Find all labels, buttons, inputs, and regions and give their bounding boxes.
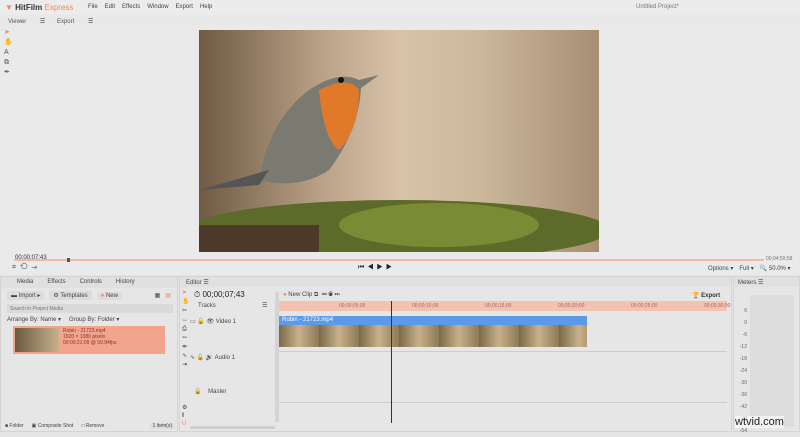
new-button[interactable]: ● New <box>97 292 122 300</box>
select-tool-icon[interactable]: ➤ <box>4 28 13 38</box>
editor-time: ⏱ 00;00;07;43 <box>194 290 245 300</box>
playback-controls: ⏮◀▶▶ <box>358 264 395 272</box>
track-header-audio: ∿ 🔓 🔊 Audio 1 <box>190 354 235 361</box>
step-back-icon[interactable]: ◀ <box>367 264 376 271</box>
insert-icon[interactable]: ⇥ <box>31 264 41 271</box>
arrange-dropdown[interactable]: Arrange By: Name ▾ <box>7 316 61 323</box>
tab-history[interactable]: History <box>116 279 135 286</box>
loop-icon[interactable]: ⟲ <box>20 264 32 271</box>
templates-button[interactable]: ⚙ Templates <box>49 291 91 300</box>
ruler-label: 00;00;05;00 <box>339 303 365 309</box>
track-header-master: 🔓 Master <box>194 388 226 395</box>
viewer-scrubber[interactable] <box>14 259 764 261</box>
remove-button[interactable]: □ Remove <box>81 423 104 429</box>
group-dropdown[interactable]: Group By: Folder ▾ <box>69 316 119 323</box>
ruler-label: 00;00;20;00 <box>558 303 584 309</box>
viewer-controls-left: ⌗⟲⇥ <box>12 264 41 272</box>
step-forward-icon[interactable]: ▶ <box>377 264 386 271</box>
tab-effects[interactable]: Effects <box>47 279 65 286</box>
meters-panel: Meters ☰ 60-6-12-18-24-30-36-42-48-54 <box>733 276 800 432</box>
tab-meters[interactable]: Meters <box>738 280 756 286</box>
media-item-duration: 00;00;21;09 @ 59.94fps <box>63 340 116 346</box>
menu-bar: File Edit Effects Window Export Help <box>88 4 212 10</box>
razor-tool-icon[interactable]: ✂ <box>182 307 189 316</box>
left-tabs: Media Effects Controls History <box>1 277 177 288</box>
menu-file[interactable]: File <box>88 4 98 10</box>
folder-button[interactable]: ■ Folder <box>5 423 24 429</box>
composite-button[interactable]: ▣ Composite Shot <box>32 423 74 429</box>
playhead[interactable] <box>391 301 392 423</box>
watermark: wtvid.com <box>735 416 784 428</box>
media-footer: ■ Folder ▣ Composite Shot □ Remove 1 ite… <box>5 423 175 429</box>
menu-effects[interactable]: Effects <box>122 4 140 10</box>
settings-icon[interactable]: ⚙ <box>182 404 187 412</box>
menu-export[interactable]: Export <box>176 4 193 10</box>
ripple-tool-icon[interactable]: ⇹ <box>182 343 189 352</box>
options-dropdown[interactable]: Options ▾ <box>708 265 733 272</box>
tab-media[interactable]: Media <box>17 279 33 286</box>
play-icon[interactable]: ▶ <box>386 264 395 271</box>
tracks-menu-icon[interactable]: ☰ <box>262 302 267 309</box>
ruler-label: 00;00;10;00 <box>412 303 438 309</box>
hand-tool-icon[interactable]: ✋ <box>4 38 13 48</box>
text-tool-icon[interactable]: A <box>4 48 13 58</box>
menu-help[interactable]: Help <box>200 4 212 10</box>
safe-area-icon[interactable]: ⌗ <box>12 264 20 271</box>
zoom-dropdown[interactable]: 🔍 50.0% ▾ <box>760 265 791 272</box>
video-clip[interactable]: Robin - 21723.mp4 <box>279 316 587 325</box>
title-bar: ▼ HitFilm Express File Edit Effects Wind… <box>0 0 800 15</box>
media-item[interactable]: Robin - 21723.mp4 1920 × 1080 pixels 00;… <box>13 326 165 354</box>
track-divider <box>279 351 727 352</box>
new-clip-button[interactable]: ● New Clip ⧉ ⏮ ◉ ⏭ <box>283 292 340 299</box>
item-count: 1 item(s) <box>150 423 175 429</box>
menu-window[interactable]: Window <box>147 4 168 10</box>
tab-editor[interactable]: Editor <box>186 280 202 286</box>
viewer-tools: ➤ ✋ A ⧉ ✒ <box>4 28 13 78</box>
slip-tool-icon[interactable]: ↔ <box>182 316 189 325</box>
editor-export-button[interactable]: 🏆 Export <box>692 292 720 299</box>
editor-bottom-tools: ⚙‖U <box>182 404 187 428</box>
roll-tool-icon[interactable]: ⇿ <box>182 334 189 343</box>
viewer-end-time: 00;04;59;58 <box>766 256 792 262</box>
link-icon[interactable]: ‖ <box>182 412 187 420</box>
project-title: Untitled Project* <box>636 4 679 10</box>
slide-tool-icon[interactable]: ∿ <box>182 352 189 361</box>
ruler-label: 00;00;30;00 <box>704 303 730 309</box>
menu-edit[interactable]: Edit <box>105 4 115 10</box>
track-divider <box>279 402 727 403</box>
import-button[interactable]: ▬ Import ▸ <box>7 291 44 300</box>
crop-tool-icon[interactable]: ⧉ <box>4 58 13 68</box>
magnet-icon[interactable]: U <box>182 420 187 428</box>
pen-tool-icon[interactable]: ✒ <box>4 68 13 78</box>
list-view-icon[interactable]: ▦ <box>155 292 161 299</box>
viewer-tabs: Viewer ☰ Export ☰ <box>0 15 800 25</box>
tab-controls[interactable]: Controls <box>80 279 102 286</box>
video-clip-thumbnails <box>279 325 587 347</box>
app-logo: ▼ HitFilm Express <box>5 3 73 12</box>
editor-panel: Editor ☰ ➤✋✂↔⎙⇿⇹∿⇥ ⚙‖U ⏱ 00;00;07;43 Tra… <box>179 276 732 432</box>
ruler-label: 00;00;15;00 <box>485 303 511 309</box>
viewer-options: Options ▾ Full ▾ 🔍 50.0% ▾ <box>708 265 791 272</box>
ruler-label: 00;00;25;00 <box>631 303 657 309</box>
snap-tool-icon[interactable]: ⇥ <box>182 361 189 370</box>
tracks-label: Tracks <box>198 303 216 309</box>
rate-tool-icon[interactable]: ⎙ <box>182 325 189 334</box>
hand-tool-icon[interactable]: ✋ <box>182 298 189 307</box>
audio-meter <box>750 295 794 427</box>
media-thumbnail <box>15 328 59 352</box>
grid-view-icon[interactable]: ▤ <box>165 292 171 299</box>
quality-dropdown[interactable]: Full ▾ <box>739 265 753 272</box>
go-start-icon[interactable]: ⏮ <box>358 264 367 271</box>
select-tool-icon[interactable]: ➤ <box>182 289 189 298</box>
video-preview <box>199 30 599 252</box>
timeline-zoom-slider[interactable] <box>190 426 275 429</box>
editor-tools: ➤✋✂↔⎙⇿⇹∿⇥ <box>182 289 189 370</box>
robin-image <box>199 30 599 252</box>
media-search-input[interactable] <box>7 304 173 313</box>
timeline-ruler[interactable]: 00;00;05;00 00;00;10;00 00;00;15;00 00;0… <box>279 301 727 311</box>
track-header-video: ▭ 🔓 👁 Video 1 <box>190 318 236 325</box>
media-panel: Media Effects Controls History ▬ Import … <box>0 276 178 432</box>
